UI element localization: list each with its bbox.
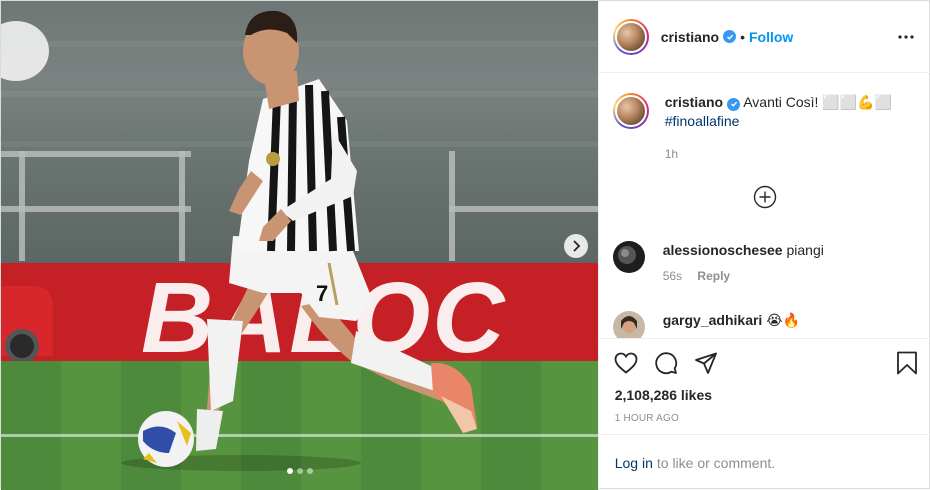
post-timestamp[interactable]: 1 HOUR AGO [615,413,679,424]
instagram-post: BALOC 7 [0,0,930,490]
player-illustration: 7 [121,10,477,471]
comment-button[interactable] [653,350,679,376]
three-dots-icon [898,35,914,39]
commenter-avatar[interactable] [612,311,645,338]
follow-button[interactable]: Follow [749,29,793,45]
carousel-dot [307,468,313,474]
caption-username[interactable]: cristiano [665,94,723,110]
like-button[interactable] [613,350,639,376]
shorts-number: 7 [316,281,328,306]
comment-text: 😭🔥 [766,312,801,328]
verified-badge-icon [723,30,737,43]
speech-bubble-icon [655,352,677,375]
post-header: cristiano • Follow [598,1,930,73]
comment-time: 56s [662,269,683,283]
bookmark-icon [896,351,917,375]
login-prompt-text: to like or comment. [656,454,776,471]
header-separator: • [740,28,745,45]
carousel-dot [287,468,293,474]
caption-avatar[interactable] [612,93,649,129]
author-avatar[interactable] [612,18,649,55]
author-username[interactable]: cristiano [661,29,719,45]
carousel-next-button[interactable] [564,234,588,258]
more-options-button[interactable] [894,27,918,47]
caption-time: 1h [664,147,679,161]
verified-badge-icon [727,97,741,111]
post-side-panel: cristiano • Follow cristiano Avanti Così… [597,1,930,490]
comment-reply-button[interactable]: Reply [697,269,730,283]
login-prompt: Log in to like or comment. [598,434,930,490]
carousel-dot [297,468,303,474]
chevron-right-icon [573,240,581,252]
commenter-avatar[interactable] [612,241,645,273]
comment-username[interactable]: gargy_adhikari [663,312,763,328]
carousel-indicator [287,468,313,474]
share-button[interactable] [693,350,719,376]
paper-plane-icon [694,352,717,374]
heart-icon [614,352,638,374]
comment-item: alessionoschesee piangi 56s Reply [612,241,824,283]
post-actions: 2,108,286 likes 1 HOUR AGO [598,338,930,434]
plus-circle-icon [753,185,776,209]
likes-count[interactable]: 2,108,286 likes [615,387,712,403]
caption-text: Avanti Così! ⬜⬜💪⬜ [743,94,893,110]
comment-text: piangi [786,242,824,258]
comment-username[interactable]: alessionoschesee [663,242,783,258]
comment-item: gargy_adhikari 😭🔥 [612,311,801,338]
save-button[interactable] [894,350,920,376]
load-more-comments-button[interactable] [753,185,777,209]
post-media[interactable]: BALOC 7 [1,1,598,490]
caption-hashtag-link[interactable]: #finoallafine [665,112,915,131]
comments-section[interactable]: cristiano Avanti Così! ⬜⬜💪⬜ #finoallafin… [599,73,930,338]
login-link[interactable]: Log in [615,455,653,471]
post-caption: cristiano Avanti Così! ⬜⬜💪⬜ #finoallafin… [612,93,915,164]
